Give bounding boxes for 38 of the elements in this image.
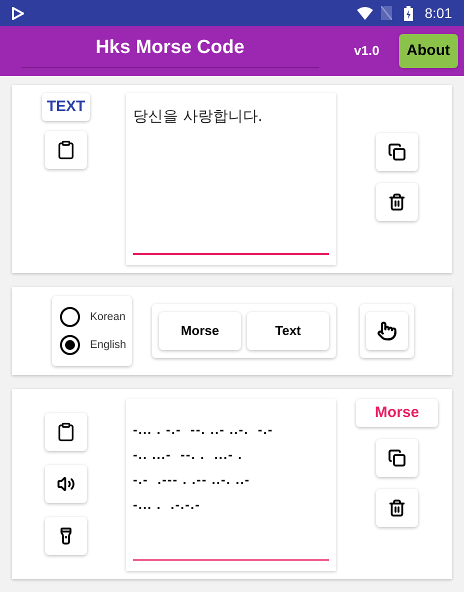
clipboard-icon (56, 140, 76, 160)
play-store-icon (12, 6, 24, 20)
trash-icon (388, 499, 406, 517)
speaker-icon (57, 475, 75, 493)
pointer-icon (377, 321, 397, 341)
copy-icon (388, 449, 406, 467)
swap-button[interactable] (366, 312, 408, 350)
mode-label: Morse (356, 399, 438, 427)
morse-output-field[interactable]: -... . -.- --. ..- ..-. -.- -.. ...- --. . ...- . -.- .--- . .-- ..-. ..- -... . .-.-.- (126, 399, 336, 571)
flashlight-button[interactable] (45, 517, 87, 555)
version-label: v1.0 (354, 42, 380, 60)
wifi-icon (356, 6, 373, 20)
morse-line: -.. ...- --. . ...- . (133, 446, 244, 463)
sound-button[interactable] (45, 465, 87, 503)
morse-line: -... . -.- --. ..- ..-. -.- (133, 421, 274, 438)
paste-button[interactable] (45, 413, 87, 451)
trash-icon (388, 193, 406, 211)
mode-label: TEXT (42, 93, 90, 121)
about-button[interactable]: About (398, 34, 458, 68)
app-title: Hks Morse Code (20, 34, 320, 68)
morse-line: -.- .--- . .-- ..-. ..- (133, 471, 252, 488)
paste-button[interactable] (45, 131, 87, 169)
no-sim-icon (380, 6, 392, 20)
morse-line: -... . .-.-.- (133, 496, 202, 513)
input-text: 당신을 사랑합니다. (133, 106, 264, 127)
copy-icon (388, 143, 406, 161)
copy-button[interactable] (376, 439, 418, 477)
copy-button[interactable] (376, 133, 418, 171)
text-input-field[interactable]: 당신을 사랑합니다. (126, 93, 336, 265)
delete-button[interactable] (376, 489, 418, 527)
delete-button[interactable] (376, 183, 418, 221)
language-radio[interactable]: Korean (60, 307, 126, 327)
convert-button[interactable]: Morse (159, 312, 241, 350)
convert-button[interactable]: Text (247, 312, 329, 350)
clock: 8:01 (424, 4, 452, 22)
clipboard-icon (56, 422, 76, 442)
battery-icon (404, 6, 413, 20)
language-radio[interactable]: English (60, 335, 126, 355)
